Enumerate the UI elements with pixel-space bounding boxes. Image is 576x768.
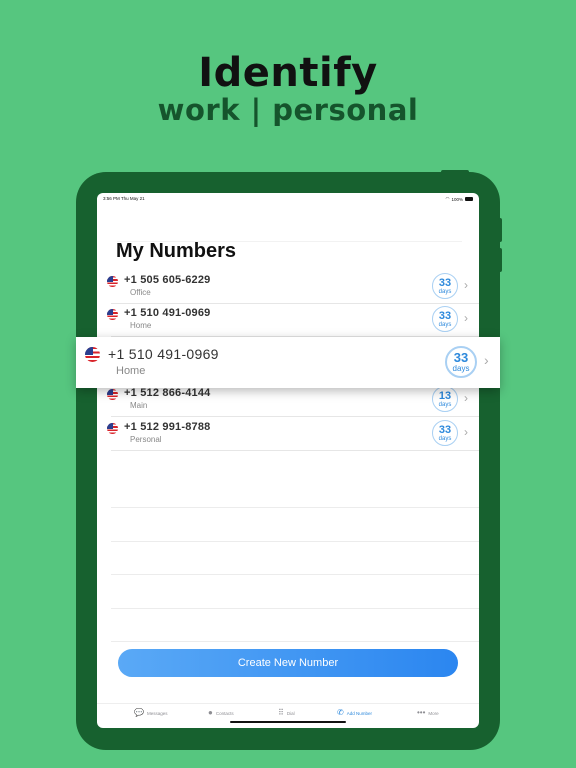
tablet-volume-down <box>498 248 502 272</box>
tab-messages[interactable]: 💬 Messages <box>134 709 167 717</box>
tab-more[interactable]: ••• More <box>417 709 439 717</box>
tablet-screen: 3:56 PM Thu May 21 ◠ 100% My Numbers +1 … <box>97 193 479 728</box>
number-row[interactable]: +1 505 605-6229 Office 33 days › <box>97 271 479 304</box>
subheadline: work | personal <box>157 93 419 127</box>
chevron-right-icon: › <box>464 311 468 325</box>
days-count: 33 <box>438 277 452 289</box>
days-badge: 13 days <box>432 386 458 412</box>
empty-row-divider <box>111 541 479 542</box>
number-label: Main <box>130 401 148 410</box>
tab-label: Contacts <box>215 710 234 716</box>
days-unit: days <box>438 402 452 408</box>
tab-label: Dial <box>286 710 295 716</box>
days-unit: days <box>438 289 452 295</box>
messages-icon: 💬 <box>134 708 144 717</box>
number-row[interactable]: +1 512 991-8788 Personal 33 days › <box>97 418 479 451</box>
tab-label: Messages <box>146 710 168 716</box>
chevron-right-icon: › <box>464 278 468 292</box>
us-flag-icon <box>107 423 118 434</box>
us-flag-icon <box>107 276 118 287</box>
empty-row-divider <box>111 574 479 575</box>
number-label: Office <box>130 288 151 297</box>
chevron-right-icon: › <box>484 352 489 368</box>
days-badge: 33 days <box>432 306 458 332</box>
tab-add-number[interactable]: ✆ Add Number <box>337 709 372 717</box>
days-unit: days <box>438 322 452 328</box>
days-badge: 33 days <box>445 346 477 378</box>
tab-label: Add Number <box>346 710 372 716</box>
days-badge: 33 days <box>432 420 458 446</box>
days-unit: days <box>452 364 470 373</box>
dialpad-icon: ⠿ <box>278 708 284 717</box>
number-row[interactable]: +1 510 491-0969 Home 33 days › <box>97 304 479 337</box>
highlighted-number-row[interactable]: +1 510 491-0969 Home 33 days › <box>76 337 500 388</box>
contacts-icon: ● <box>208 708 213 717</box>
number-label: Home <box>116 365 146 377</box>
empty-row-divider <box>111 608 479 609</box>
status-indicators: ◠ 100% <box>446 196 473 202</box>
phone-number: +1 512 866-4144 <box>124 387 211 399</box>
status-bar: 3:56 PM Thu May 21 ◠ 100% <box>97 195 479 205</box>
phone-number: +1 510 491-0969 <box>108 346 219 362</box>
days-unit: days <box>438 436 452 442</box>
add-number-icon: ✆ <box>337 708 344 717</box>
number-label: Personal <box>130 435 162 444</box>
phone-number: +1 512 991-8788 <box>124 421 211 433</box>
headline: Identify <box>198 50 378 96</box>
more-icon: ••• <box>417 708 426 717</box>
number-row[interactable]: +1 512 866-4144 Main 13 days › <box>97 384 479 417</box>
phone-number: +1 505 605-6229 <box>124 274 211 286</box>
tab-bar: 💬 Messages ● Contacts ⠿ Dial ✆ Add Numbe… <box>97 703 479 728</box>
battery-percent: 100% <box>451 196 463 202</box>
empty-row-divider <box>111 641 479 642</box>
tab-label: More <box>428 710 439 716</box>
battery-icon <box>465 197 473 201</box>
tablet-top-button <box>441 170 469 174</box>
days-count: 33 <box>438 424 452 436</box>
row-divider <box>111 450 479 451</box>
status-time: 3:56 PM Thu May 21 <box>103 196 145 201</box>
wifi-icon: ◠ <box>445 196 450 201</box>
tab-dial[interactable]: ⠿ Dial <box>278 709 295 717</box>
us-flag-icon <box>85 347 100 362</box>
days-count: 33 <box>453 350 469 365</box>
tablet-volume-up <box>498 218 502 242</box>
chevron-right-icon: › <box>464 391 468 405</box>
number-label: Home <box>130 321 152 330</box>
us-flag-icon <box>107 389 118 400</box>
days-count: 33 <box>438 310 452 322</box>
home-indicator <box>230 721 346 723</box>
chevron-right-icon: › <box>464 425 468 439</box>
page-title: My Numbers <box>116 240 237 262</box>
us-flag-icon <box>107 309 118 320</box>
create-new-number-button[interactable]: Create New Number <box>118 649 458 677</box>
days-badge: 33 days <box>432 273 458 299</box>
row-divider <box>111 416 479 417</box>
phone-number: +1 510 491-0969 <box>124 307 211 319</box>
tab-contacts[interactable]: ● Contacts <box>208 709 234 717</box>
days-count: 13 <box>438 390 452 402</box>
empty-row-divider <box>111 507 479 508</box>
